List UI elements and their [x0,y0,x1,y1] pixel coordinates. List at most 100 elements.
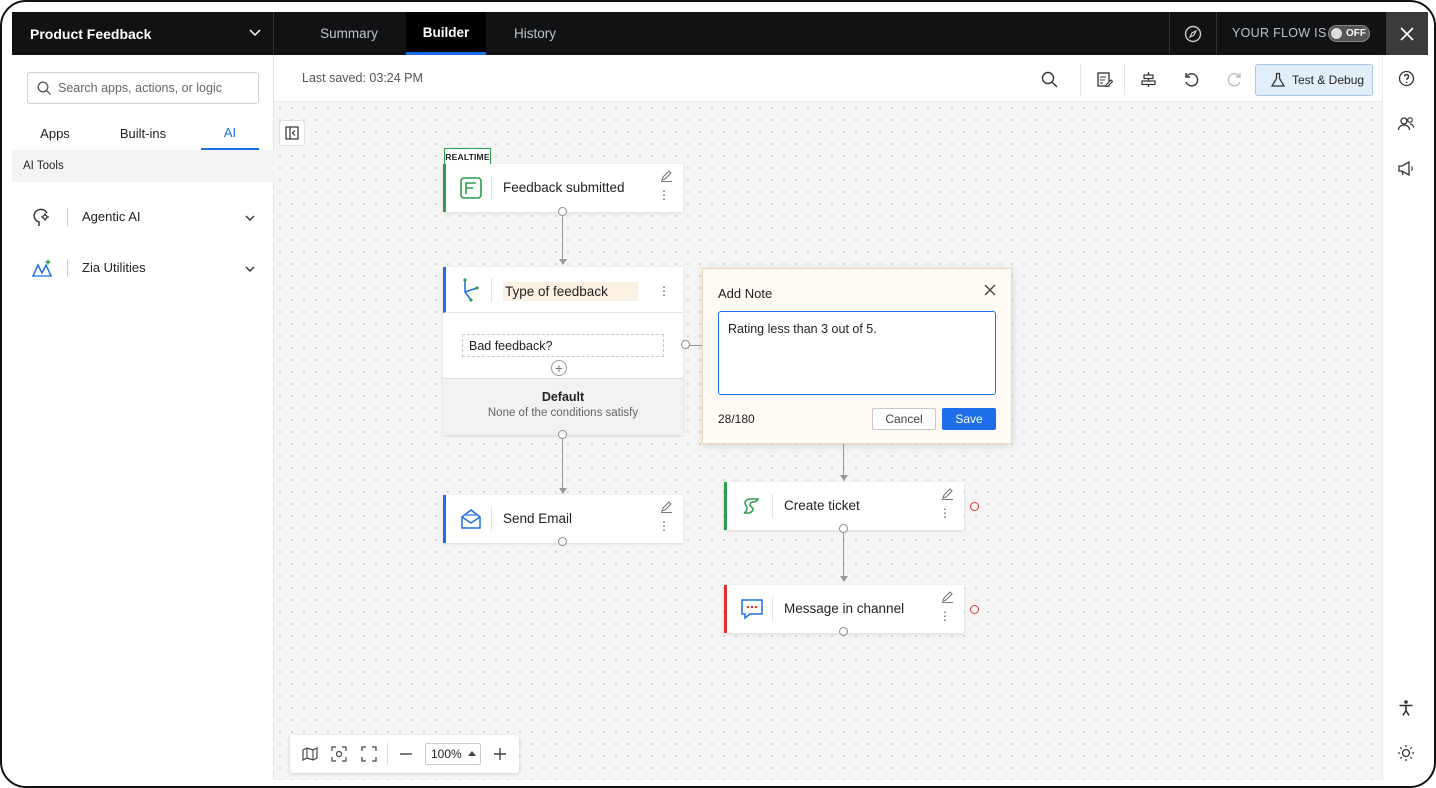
ticket-icon [739,493,765,519]
realtime-badge: REALTIME [444,148,491,165]
tab-builder[interactable]: Builder [406,12,486,55]
connector-port[interactable] [558,430,567,439]
tab-apps[interactable]: Apps [31,117,79,150]
note-textarea[interactable] [718,311,996,395]
compass-icon[interactable] [1172,12,1214,55]
add-note-popover: Add Note 28/180 Cancel Save [702,268,1012,444]
tool-zia-utilities[interactable]: Zia Utilities [12,247,274,289]
agentic-ai-icon [30,206,54,228]
undo-icon[interactable] [1177,65,1205,93]
connector-port[interactable] [558,207,567,216]
collapse-panel-button[interactable] [279,120,305,146]
divider [1216,12,1217,55]
zia-utilities-icon [30,257,54,279]
align-icon[interactable] [1134,65,1162,93]
tab-ai[interactable]: AI [201,117,259,150]
tab-summary[interactable]: Summary [308,12,390,55]
message-channel-node[interactable]: Message in channel ⋮ [724,585,964,633]
error-port[interactable] [970,502,979,511]
connector [843,444,844,477]
branch-icon [458,277,484,308]
zoom-toolbar: 100% [290,735,519,773]
tool-label: Agentic AI [82,209,141,224]
edit-icon[interactable] [660,500,673,518]
divider [1124,63,1125,95]
condition-row[interactable]: Bad feedback? [462,334,664,357]
toggle-state: OFF [1346,28,1366,39]
chevron-down-icon [244,211,256,229]
form-icon [458,175,484,201]
edit-icon[interactable] [941,487,954,505]
add-condition-button[interactable]: + [551,360,567,376]
connector [562,436,563,489]
zoom-out-icon[interactable] [396,744,416,764]
megaphone-icon[interactable] [1395,157,1417,179]
divider [67,259,68,277]
more-options-icon[interactable]: ⋮ [658,520,670,532]
send-email-node[interactable]: Send Email ⋮ [443,495,683,543]
create-ticket-node[interactable]: Create ticket ⋮ [724,482,964,530]
map-icon[interactable] [300,744,320,764]
more-options-icon[interactable]: ⋮ [939,507,951,519]
divider [491,176,492,200]
section-title: AI Tools [12,150,274,182]
divider [772,597,773,621]
left-panel: Search apps, actions, or logic Apps Buil… [12,55,274,780]
tool-label: Zia Utilities [82,260,146,275]
focus-icon[interactable] [329,744,349,764]
save-button[interactable]: Save [942,408,996,430]
connector-port[interactable] [681,340,690,349]
node-label: Send Email [503,511,573,526]
flow-status-label: YOUR FLOW IS [1232,26,1327,40]
edit-notes-icon[interactable] [1090,65,1118,93]
node-label: Create ticket [784,498,860,513]
accessibility-icon[interactable] [1395,697,1417,719]
error-port[interactable] [970,605,979,614]
connector-port[interactable] [839,524,848,533]
tool-agentic-ai[interactable]: Agentic AI [12,196,274,238]
test-debug-button[interactable]: Test & Debug [1255,64,1373,96]
connector-port[interactable] [558,537,567,546]
node-label: Feedback submitted [503,180,625,195]
connector-port[interactable] [839,627,848,636]
connector [843,530,844,577]
divider [1169,12,1170,55]
search-icon [37,81,52,99]
chevron-down-icon [244,262,256,280]
decision-node[interactable]: Type of feedback ⋮ Bad feedback? + Defau… [443,267,683,435]
tab-history[interactable]: History [498,12,572,55]
device-frame: Product Feedback Summary Builder History… [0,0,1436,788]
close-icon[interactable] [983,283,997,302]
collapse-panel-icon [285,126,299,140]
toggle-knob [1331,28,1342,39]
fullscreen-icon[interactable] [359,744,379,764]
more-options-icon[interactable]: ⋮ [658,189,670,201]
tab-built-ins[interactable]: Built-ins [113,117,173,150]
default-branch[interactable]: Default None of the conditions satisfy [443,378,683,435]
edit-icon[interactable] [660,169,673,187]
sun-icon[interactable] [1395,742,1417,764]
chevron-down-icon [247,24,263,43]
close-button[interactable] [1386,12,1428,55]
users-icon[interactable] [1395,112,1417,134]
decision-header: Type of feedback ⋮ [443,267,683,313]
cancel-button[interactable]: Cancel [872,408,936,430]
default-subtitle: None of the conditions satisfy [487,407,639,419]
divider [772,494,773,518]
flow-toggle[interactable]: OFF [1328,25,1370,42]
search-input[interactable]: Search apps, actions, or logic [27,72,259,104]
search-icon[interactable] [1035,65,1063,93]
arrow [559,488,567,494]
edit-icon[interactable] [941,590,954,608]
arrow [840,475,848,481]
zoom-in-icon[interactable] [490,744,510,764]
default-title: Default [541,390,585,404]
redo-icon[interactable] [1220,65,1248,93]
more-options-icon[interactable]: ⋮ [939,610,951,622]
trigger-node[interactable]: Feedback submitted ⋮ [443,164,683,212]
more-options-icon[interactable]: ⋮ [658,284,670,298]
flow-selector[interactable]: Product Feedback [12,12,274,55]
zoom-level-select[interactable]: 100% [425,743,481,765]
flow-canvas[interactable]: REALTIME Feedback submitted ⋮ Type of fe… [274,102,1382,780]
help-icon[interactable] [1395,67,1417,89]
